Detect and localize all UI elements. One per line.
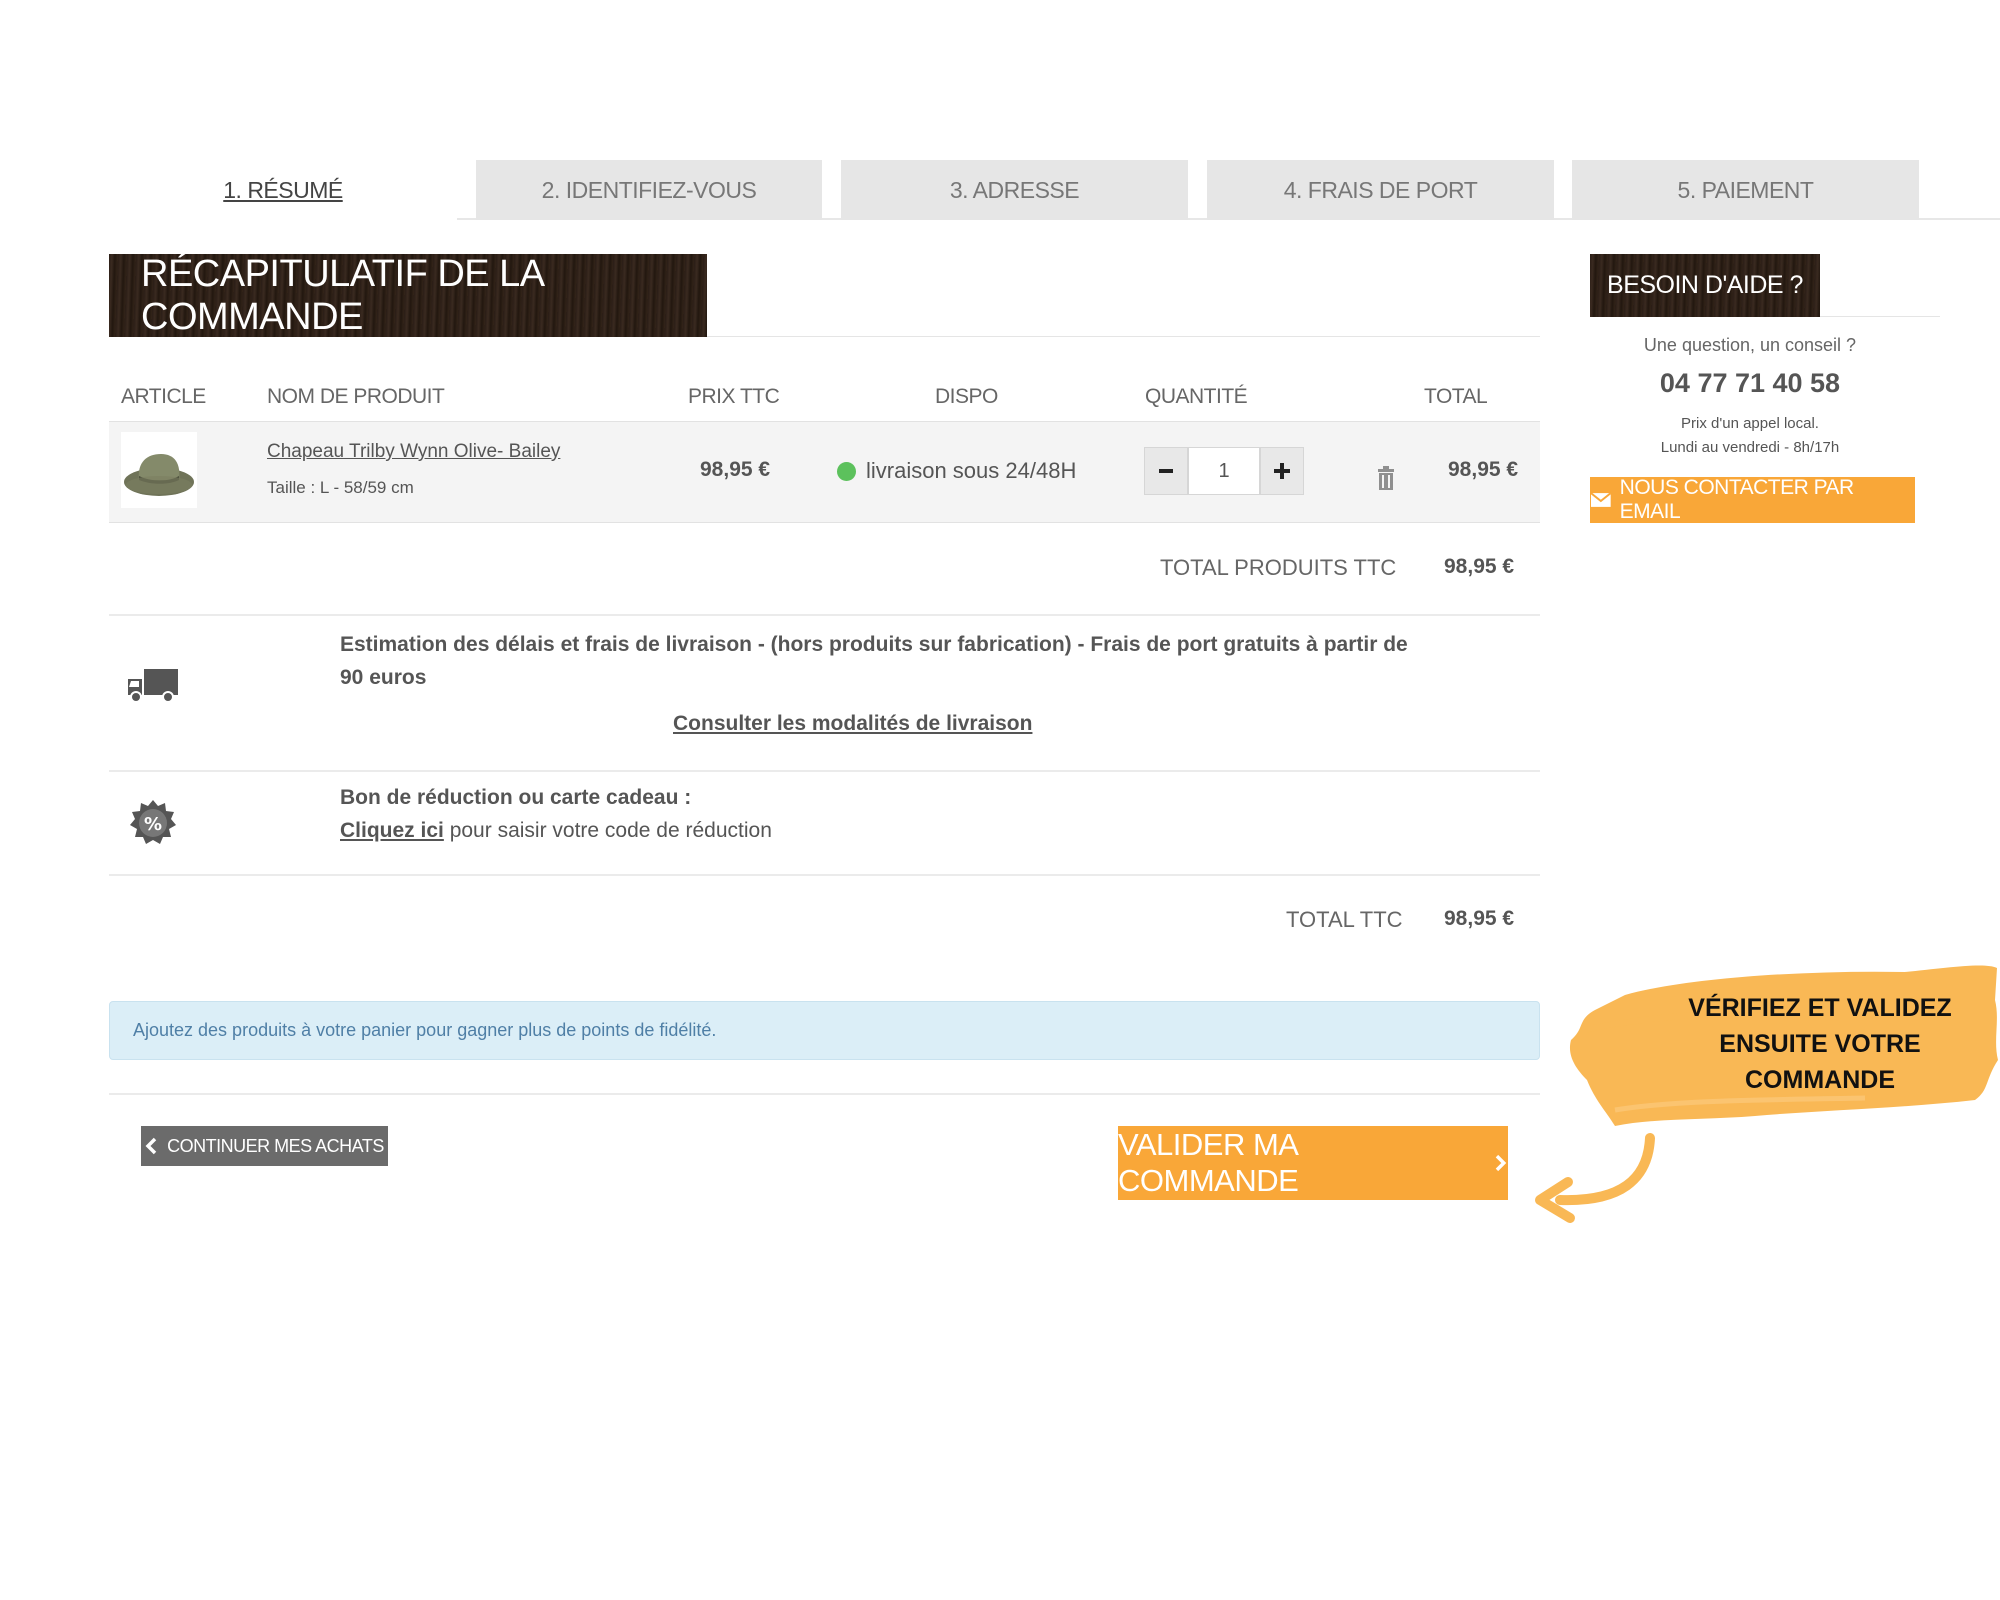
svg-text:%: % [144, 814, 162, 835]
step-address[interactable]: 3. ADRESSE [841, 160, 1188, 220]
total-label: TOTAL TTC [1286, 907, 1403, 932]
step-identify[interactable]: 2. IDENTIFIEZ-VOUS [476, 160, 822, 220]
trash-icon[interactable] [1376, 466, 1396, 490]
truck-icon [128, 669, 178, 703]
callout-line-2: ENSUITE VOTRE [1719, 1030, 1921, 1058]
validate-order-button[interactable]: VALIDER MA COMMANDE [1118, 1126, 1508, 1200]
promo-code-link[interactable]: Cliquez ici [340, 819, 444, 842]
divider [109, 1093, 1540, 1095]
loyalty-alert: Ajoutez des produits à votre panier pour… [109, 1001, 1540, 1060]
promo-title: Bon de réduction ou carte cadeau : [340, 786, 692, 809]
divider [109, 770, 1540, 772]
product-size: Taille : L - 58/59 cm [267, 478, 414, 497]
step-shipping[interactable]: 4. FRAIS DE PORT [1207, 160, 1554, 220]
col-price: PRIX TTC [688, 385, 780, 408]
envelope-icon [1590, 492, 1612, 507]
continue-shopping-label: CONTINUER MES ACHATS [167, 1135, 384, 1156]
shipping-terms-link[interactable]: Consulter les modalités de livraison [673, 712, 1032, 736]
help-price-note: Prix d'un appel local. [1681, 415, 1819, 432]
col-article: ARTICLE [121, 385, 206, 408]
chevron-left-icon [145, 1137, 157, 1155]
product-thumbnail[interactable] [121, 432, 197, 508]
help-hours: Lundi au vendredi - 8h/17h [1660, 439, 1840, 456]
table-row [109, 421, 1540, 523]
product-name-link[interactable]: Chapeau Trilby Wynn Olive- Bailey [267, 441, 560, 463]
callout-line-1: VÉRIFIEZ ET VALIDEZ [1688, 994, 1952, 1022]
promo-line-rest: pour saisir votre code de réduction [449, 819, 772, 842]
hat-icon [124, 454, 194, 496]
divider [109, 874, 1540, 876]
curved-arrow-icon [1535, 1133, 1655, 1223]
percent-badge-icon: % [130, 800, 176, 844]
minus-icon [1159, 469, 1173, 473]
col-dispo: DISPO [935, 385, 998, 408]
callout-line-3: COMMANDE [1745, 1066, 1895, 1094]
divider [1820, 316, 1940, 317]
help-title: BESOIN D'AIDE ? [1590, 254, 1820, 317]
decrease-quantity-button[interactable] [1144, 447, 1188, 495]
total-value: 98,95 € [1444, 907, 1515, 930]
quantity-stepper [1144, 447, 1304, 495]
divider [707, 336, 1540, 337]
loyalty-message: Ajoutez des produits à votre panier pour… [133, 1020, 717, 1040]
in-stock-dot-icon [837, 461, 856, 481]
col-quantity: QUANTITÉ [1145, 385, 1248, 408]
product-price: 98,95 € [700, 458, 771, 481]
col-product-name: NOM DE PRODUIT [267, 385, 445, 408]
product-total: 98,95 € [1448, 458, 1519, 481]
chevron-right-icon [1495, 1154, 1507, 1172]
contact-email-button[interactable]: NOUS CONTACTER PAR EMAIL [1590, 476, 1915, 523]
contact-email-label: NOUS CONTACTER PAR EMAIL [1619, 476, 1855, 523]
products-total-value: 98,95 € [1444, 555, 1515, 578]
availability: livraison sous 24/48H [837, 458, 1076, 484]
help-question: Une question, un conseil ? [1643, 335, 1857, 355]
validate-order-label: VALIDER MA COMMANDE [1118, 1127, 1299, 1198]
shipping-estimate-text: Estimation des délais et frais de livrai… [340, 633, 1408, 689]
plus-icon [1274, 463, 1290, 479]
step-resume[interactable]: 1. RÉSUMÉ [109, 160, 457, 220]
step-payment[interactable]: 5. PAIEMENT [1572, 160, 1919, 220]
continue-shopping-button[interactable]: CONTINUER MES ACHATS [141, 1126, 388, 1166]
help-phone[interactable]: 04 77 71 40 58 [1590, 368, 1910, 399]
order-summary-title: RÉCAPITULATIF DE LA COMMANDE [109, 253, 707, 338]
increase-quantity-button[interactable] [1260, 447, 1304, 495]
quantity-input[interactable] [1188, 447, 1260, 495]
callout-text: VÉRIFIEZ ET VALIDEZ ENSUITE VOTRE COMMAN… [1640, 990, 2000, 1098]
availability-text: livraison sous 24/48H [866, 458, 1077, 483]
divider [109, 614, 1540, 616]
col-total: TOTAL [1424, 385, 1488, 408]
promo-line: Cliquez ici pour saisir votre code de ré… [340, 819, 772, 843]
products-total-label: TOTAL PRODUITS TTC [1160, 555, 1397, 580]
checkout-steps: 1. RÉSUMÉ 2. IDENTIFIEZ-VOUS 3. ADRESSE … [109, 160, 2000, 220]
